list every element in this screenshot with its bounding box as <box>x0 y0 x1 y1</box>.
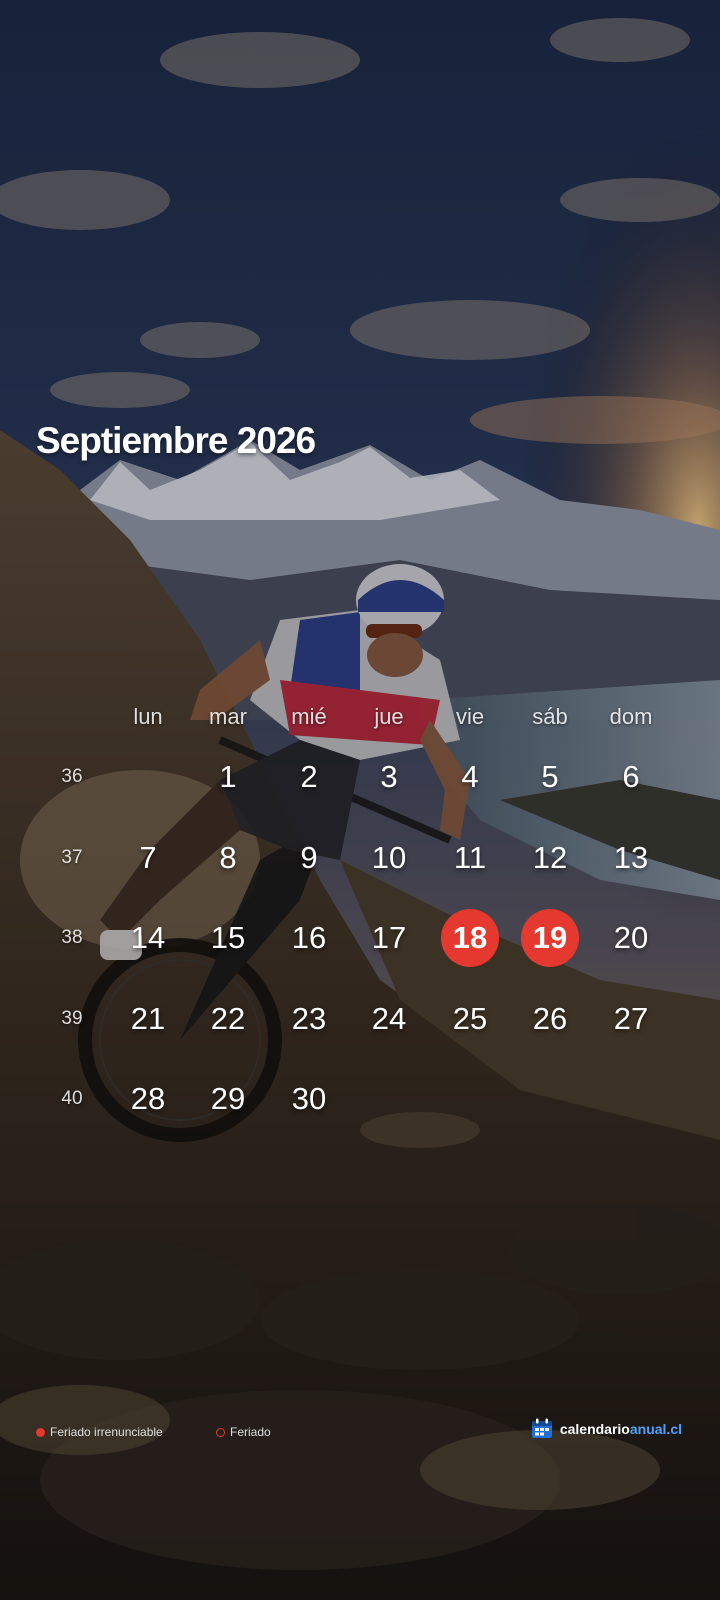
weekday-header: vie <box>455 704 485 729</box>
brand-logo: calendarioanual.cl <box>531 1418 682 1439</box>
calendar-day[interactable]: 15 <box>199 909 257 967</box>
calendar-day[interactable]: 28 <box>119 1070 177 1128</box>
calendar-day[interactable]: 12 <box>521 829 579 887</box>
calendar-day[interactable]: 6 <box>602 748 660 806</box>
week-number: 37 <box>61 847 83 868</box>
calendar-day[interactable]: 5 <box>521 748 579 806</box>
calendar-day[interactable]: 18 <box>441 909 499 967</box>
calendar-day[interactable]: 11 <box>441 829 499 887</box>
calendar-day[interactable]: 1 <box>199 748 257 806</box>
holiday-ring-icon <box>216 1427 225 1437</box>
calendar-icon <box>531 1418 552 1438</box>
calendar-day[interactable]: 17 <box>360 909 418 967</box>
calendar-day[interactable]: 20 <box>602 909 660 967</box>
calendar-day[interactable]: 2 <box>280 748 338 806</box>
brand-name-part2: anual.cl <box>629 1420 682 1437</box>
week-number: 40 <box>61 1088 83 1109</box>
calendar-day[interactable]: 22 <box>199 990 257 1048</box>
calendar-day[interactable]: 25 <box>441 990 499 1048</box>
calendar-day[interactable]: 30 <box>280 1070 338 1128</box>
calendar-day[interactable]: 14 <box>119 909 177 967</box>
calendar-day[interactable]: 7 <box>119 829 177 887</box>
calendar-day[interactable]: 26 <box>521 990 579 1048</box>
calendar-day[interactable]: 3 <box>360 748 418 806</box>
calendar-day[interactable]: 13 <box>602 829 660 887</box>
calendar-day[interactable]: 4 <box>441 748 499 806</box>
calendar-day[interactable]: 21 <box>119 990 177 1048</box>
weekday-header: mar <box>209 704 247 729</box>
weekday-header: dom <box>609 704 653 729</box>
week-number: 38 <box>61 927 83 948</box>
week-number: 39 <box>61 1008 83 1029</box>
legend-irrenunciable-label: Feriado irrenunciable <box>50 1425 163 1439</box>
calendar-day[interactable]: 8 <box>199 829 257 887</box>
weekday-header: lun <box>133 704 163 729</box>
calendar-day[interactable]: 29 <box>199 1070 257 1128</box>
weekday-header: mié <box>291 704 327 729</box>
calendar-day[interactable]: 27 <box>602 990 660 1048</box>
legend-feriado: Feriado <box>216 1425 271 1439</box>
brand-name-part1: calendario <box>559 1420 630 1437</box>
weekday-header: jue <box>374 704 404 729</box>
calendar-day[interactable]: 16 <box>280 909 338 967</box>
calendar-day[interactable]: 10 <box>360 829 418 887</box>
calendar-day[interactable]: 23 <box>280 990 338 1048</box>
legend-irrenunciable: Feriado irrenunciable <box>36 1425 163 1439</box>
calendar-day[interactable]: 9 <box>280 829 338 887</box>
calendar-grid: lun mar mié jue vie sáb dom 36 1 2 3 4 5 6 37 7 8 9 10 11 12… <box>0 0 720 1600</box>
legend-feriado-label: Feriado <box>230 1425 271 1439</box>
weekday-header: sáb <box>532 704 568 729</box>
calendar-day[interactable]: 19 <box>521 909 579 967</box>
calendar-day[interactable]: 24 <box>360 990 418 1048</box>
week-number: 36 <box>61 766 83 787</box>
holiday-dot-icon <box>36 1427 45 1437</box>
